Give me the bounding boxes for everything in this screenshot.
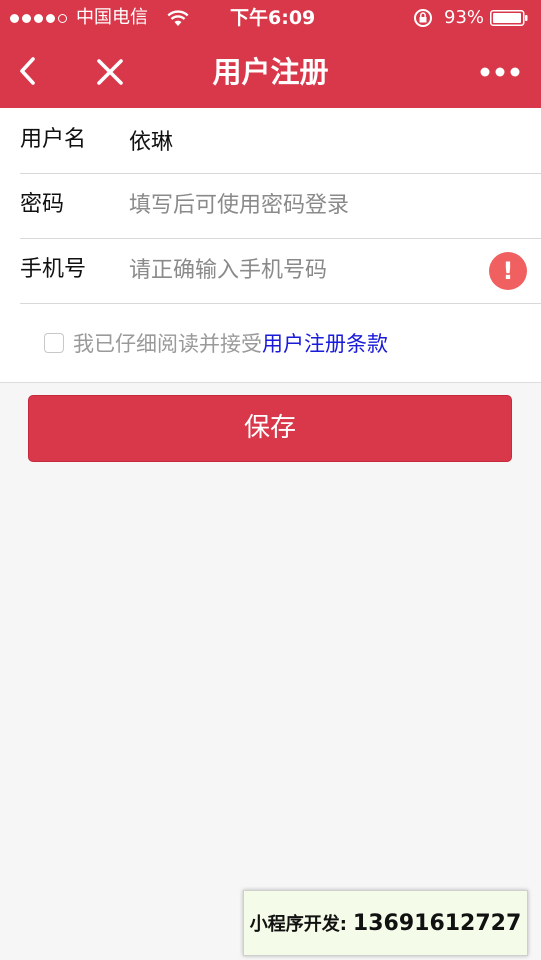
agreement-text: 我已仔细阅读并接受 xyxy=(73,332,262,356)
password-row: 密码 xyxy=(20,173,541,239)
terms-link[interactable]: 用户注册条款 xyxy=(262,328,388,358)
contact-badge: 小程序开发: 13691612727 xyxy=(243,890,528,956)
phone-input[interactable] xyxy=(129,252,479,288)
agreement-checkbox[interactable] xyxy=(44,333,64,353)
registration-page: 中国电信 下午6:09 93% 用户注册 用户名 依琳 密码 填写后可使用密码登… xyxy=(0,0,541,960)
battery-percent: 93% xyxy=(444,7,485,28)
phone-row: 手机号 ! xyxy=(20,238,541,304)
battery-icon xyxy=(490,10,528,26)
carrier-name: 中国电信 xyxy=(76,7,148,28)
registration-form: 用户名 密码 手机号 ! 我已仔细阅读并接受用户注册条款 xyxy=(0,108,541,383)
rotation-lock-icon xyxy=(412,8,434,32)
status-time: 下午6:09 xyxy=(230,7,316,29)
username-input[interactable] xyxy=(129,122,479,158)
phone-label: 手机号 xyxy=(20,257,87,282)
status-bar: 中国电信 下午6:09 93% xyxy=(0,0,541,36)
username-row: 用户名 xyxy=(20,108,541,174)
warning-icon: ! xyxy=(489,252,527,290)
page-title: 用户注册 xyxy=(212,55,329,89)
more-dots-icon[interactable] xyxy=(478,64,522,78)
navigation-bar: 用户注册 xyxy=(0,36,541,108)
save-button[interactable]: 保存 xyxy=(28,395,512,462)
password-label: 密码 xyxy=(20,192,65,217)
username-label: 用户名 xyxy=(20,127,87,152)
signal-strength-icon xyxy=(10,10,67,26)
contact-phone: 13691612727 xyxy=(352,910,522,936)
contact-label: 小程序开发: xyxy=(249,914,347,935)
agreement: 我已仔细阅读并接受 用户注册条款 xyxy=(44,326,388,360)
wifi-icon xyxy=(167,9,189,31)
password-input[interactable] xyxy=(129,187,479,223)
